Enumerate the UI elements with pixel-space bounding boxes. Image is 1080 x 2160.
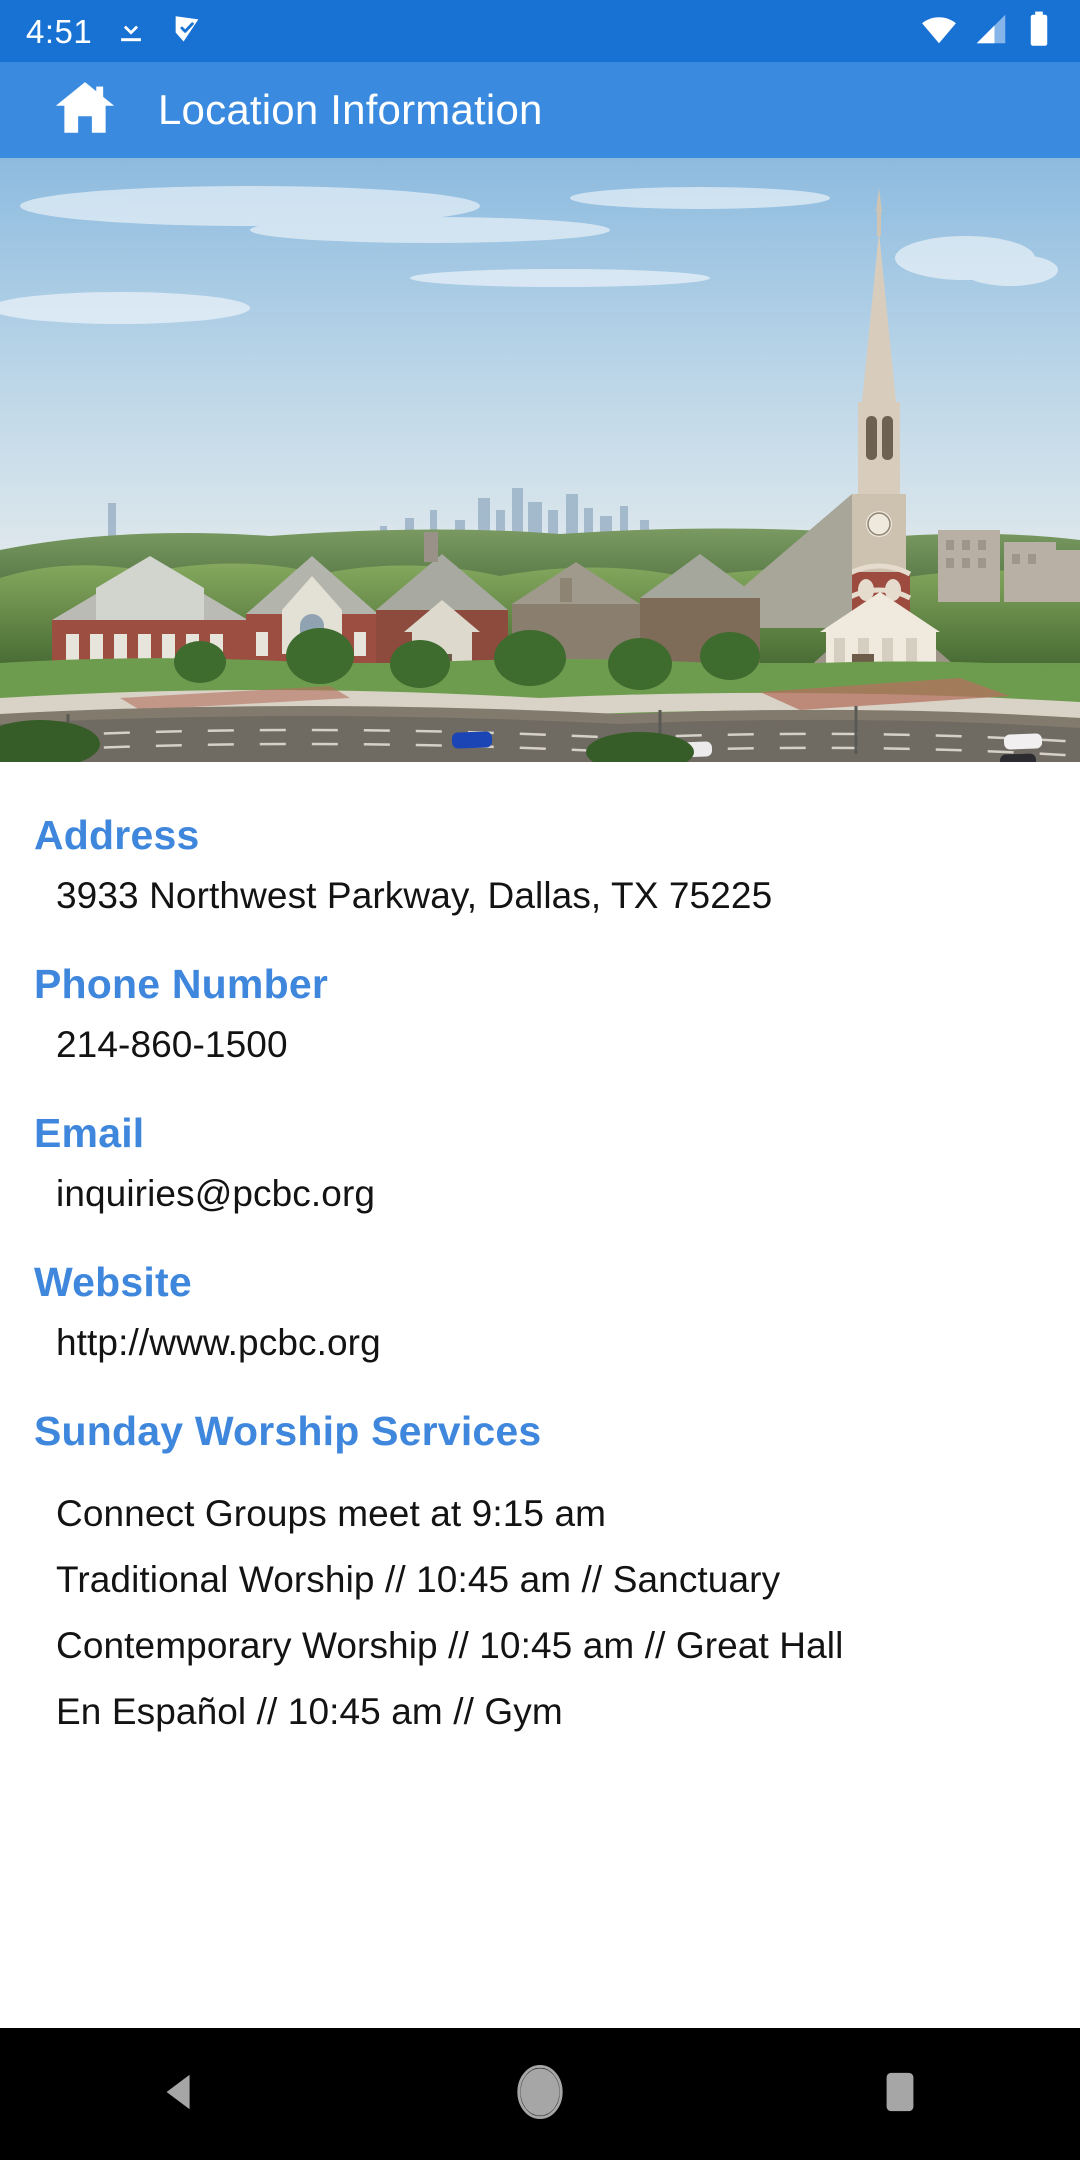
app-bar: Location Information (0, 62, 1080, 158)
section-website: Website http://www.pcbc.org (0, 1241, 1080, 1390)
status-bar-left: 4:51 (0, 12, 204, 51)
home-button[interactable] (470, 2028, 610, 2160)
checkmark-flag-icon (170, 12, 204, 51)
location-details: Address 3933 Northwest Parkway, Dallas, … (0, 762, 1080, 2028)
status-bar: 4:51 (0, 0, 1080, 62)
service-line: En Español // 10:45 am // Gym (56, 1691, 563, 1732)
home-nav-button[interactable] (48, 73, 122, 147)
section-sunday-worship-services: Sunday Worship Services Connect Groups m… (0, 1390, 1080, 1733)
service-line: Contemporary Worship // 10:45 am // Grea… (56, 1625, 844, 1666)
phone-value[interactable]: 214-860-1500 (0, 1008, 1080, 1092)
home-icon (52, 75, 118, 146)
section-heading: Website (34, 1259, 192, 1305)
section-email: Email inquiries@pcbc.org (0, 1092, 1080, 1241)
status-clock: 4:51 (26, 12, 93, 50)
section-heading: Email (34, 1110, 145, 1156)
website-value[interactable]: http://www.pcbc.org (0, 1306, 1080, 1390)
section-address: Address 3933 Northwest Parkway, Dallas, … (0, 794, 1080, 943)
section-heading: Sunday Worship Services (34, 1408, 542, 1454)
wifi-icon (920, 10, 958, 53)
service-line: Connect Groups meet at 9:15 am (56, 1493, 607, 1534)
battery-icon (1024, 10, 1054, 53)
recents-button[interactable] (830, 2028, 970, 2160)
service-list: Connect Groups meet at 9:15 am Tradition… (0, 1455, 1080, 1733)
hero-illustration (0, 158, 1080, 762)
email-value[interactable]: inquiries@pcbc.org (0, 1157, 1080, 1241)
android-navigation-bar (0, 2028, 1080, 2160)
address-value: 3933 Northwest Parkway, Dallas, TX 75225 (56, 875, 773, 916)
section-heading: Phone Number (34, 961, 328, 1007)
location-hero-image (0, 158, 1080, 762)
section-phone: Phone Number 214-860-1500 (0, 943, 1080, 1092)
circle-icon (517, 2064, 563, 2124)
service-line: Traditional Worship // 10:45 am // Sanct… (56, 1559, 781, 1600)
section-heading: Address (34, 812, 200, 858)
app-screen: 4:51 Location Information Address 3933 N… (0, 0, 1080, 2160)
triangle-left-icon (157, 2069, 203, 2120)
cellular-signal-icon (972, 10, 1010, 53)
square-icon (880, 2069, 920, 2120)
download-icon (114, 12, 148, 51)
back-button[interactable] (110, 2028, 250, 2160)
page-title: Location Information (158, 86, 543, 133)
status-bar-right (920, 10, 1080, 53)
